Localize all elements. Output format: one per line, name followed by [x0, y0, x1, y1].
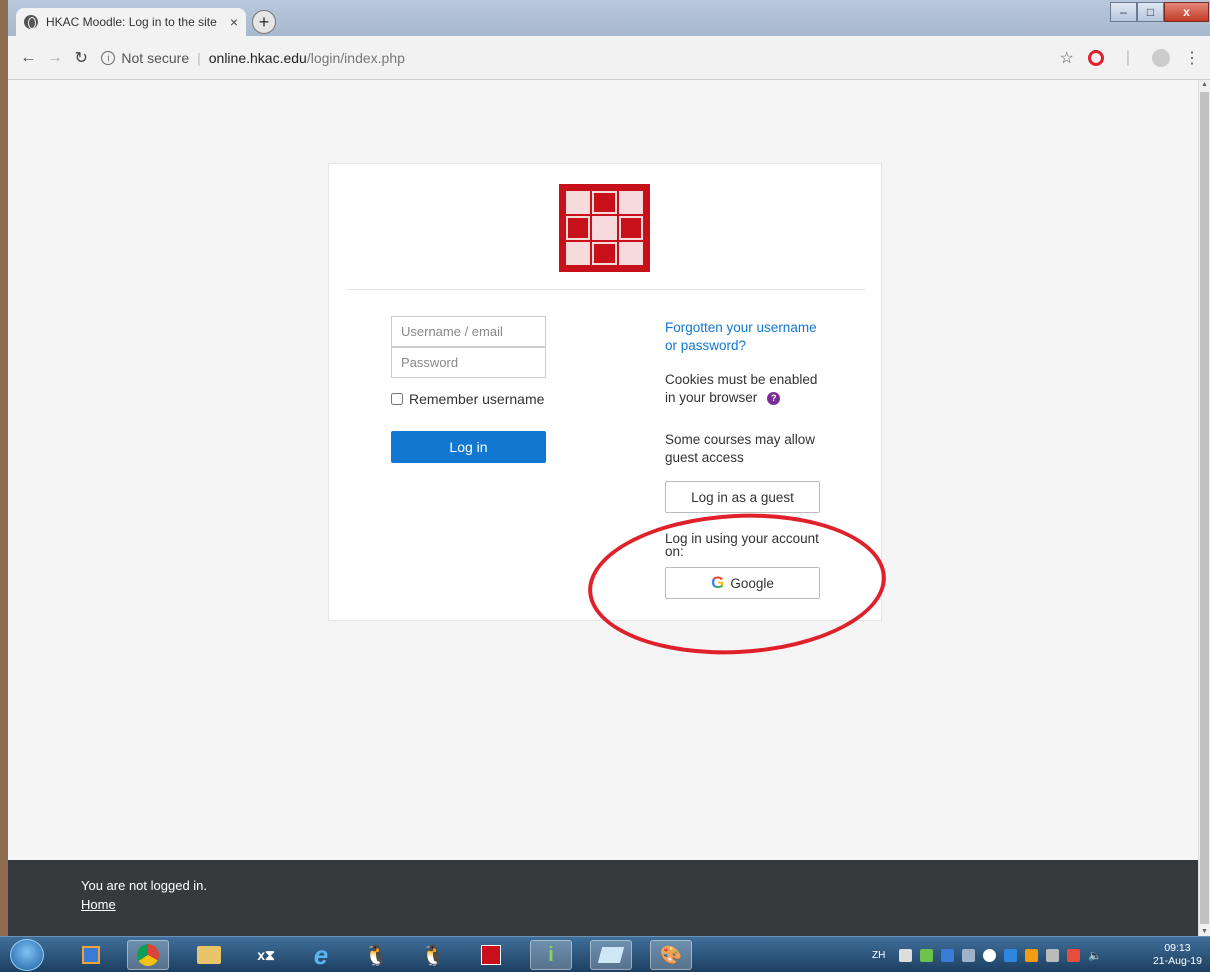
notes-app-icon[interactable] — [590, 940, 632, 970]
back-arrow-icon[interactable]: ← — [18, 49, 38, 67]
tray-icons: 🔈 — [899, 948, 1102, 962]
excel-icon[interactable]: x⧗ — [245, 940, 287, 970]
forgot-password-block: Forgotten your username or password? — [665, 319, 825, 355]
guest-line-1: Some courses may allow — [665, 432, 816, 447]
security-label: Not secure — [121, 49, 190, 66]
close-window-button[interactable]: x — [1164, 2, 1209, 22]
address-separator: | — [197, 49, 201, 66]
qq-abc-icon[interactable]: 🐧 — [412, 940, 454, 970]
toolbar-right: ☆ | ⋮ — [1060, 48, 1200, 68]
start-menu-icon[interactable] — [10, 939, 44, 971]
login-status-text: You are not logged in. — [81, 878, 208, 893]
bookmark-star-icon[interactable]: ☆ — [1060, 48, 1074, 68]
reload-icon[interactable]: ↻ — [71, 48, 91, 68]
cookies-line-2: in your browser — [665, 390, 758, 405]
globe-icon — [24, 15, 38, 29]
browser-tab[interactable]: HKAC Moodle: Log in to the site × — [16, 8, 246, 36]
browser-titlebar: HKAC Moodle: Log in to the site × + – □ … — [0, 0, 1210, 36]
card-divider — [347, 289, 865, 290]
password-input[interactable] — [391, 347, 546, 378]
username-input[interactable] — [391, 316, 546, 347]
page-viewport: Remember username Log in Forgotten your … — [8, 80, 1198, 860]
forgot-line-1: Forgotten your username — [665, 320, 817, 335]
clock-date: 21-Aug-19 — [1152, 955, 1202, 967]
url-path: /login/index.php — [306, 49, 405, 66]
remember-username-checkbox[interactable] — [391, 393, 403, 405]
tray-ring-icon[interactable] — [983, 948, 997, 962]
internet-explorer-icon[interactable]: e — [300, 940, 342, 970]
minimize-button[interactable]: – — [1110, 2, 1137, 22]
windows-taskbar: x⧗ e 🐧 🐧 i 🎨 ZH 🔈 09:13 21-Aug-19 — [0, 936, 1210, 972]
oauth-notice: Log in using your account on: — [665, 531, 825, 559]
window-left-edge — [0, 0, 8, 972]
input-language[interactable]: ZH — [872, 950, 885, 961]
page-scrollbar[interactable]: ▲ ▼ — [1198, 80, 1210, 936]
forgot-password-link[interactable]: Forgotten your username or password? — [665, 320, 817, 353]
page-footer: You are not logged in. Home — [8, 860, 1198, 936]
tray-flag-icon[interactable] — [1067, 948, 1081, 962]
url-host: online.hkac.edu — [208, 49, 307, 66]
guest-line-2: guest access — [665, 450, 744, 465]
tray-network-icon[interactable] — [941, 948, 955, 962]
site-logo-seal — [559, 184, 650, 272]
paint-app-icon[interactable]: 🎨 — [650, 940, 692, 970]
opera-extension-icon[interactable] — [1087, 49, 1104, 66]
footer-home-link[interactable]: Home — [81, 897, 116, 912]
guest-login-button[interactable]: Log in as a guest — [665, 481, 820, 513]
acrobat-icon[interactable] — [470, 940, 512, 970]
tab-title: HKAC Moodle: Log in to the site — [46, 15, 217, 29]
info-icon[interactable]: i — [101, 50, 116, 65]
qq-penguin-icon[interactable]: 🐧 — [355, 940, 397, 970]
system-clock[interactable]: 09:13 21-Aug-19 — [1153, 942, 1202, 968]
maximize-button[interactable]: □ — [1137, 2, 1164, 22]
tray-volume-icon[interactable]: 🔈 — [1088, 949, 1102, 962]
tray-monitor-icon[interactable] — [1046, 948, 1060, 962]
google-g-icon: G — [711, 573, 725, 592]
tray-orange-icon[interactable] — [1025, 948, 1039, 962]
system-tray: ZH 🔈 09:13 21-Aug-19 — [862, 937, 1210, 972]
tray-q-icon[interactable] — [1004, 948, 1018, 962]
oauth-line-2: on: — [665, 544, 684, 559]
tab-close-button[interactable]: × — [230, 14, 238, 30]
remember-username-label: Remember username — [409, 391, 545, 407]
info-app-icon[interactable]: i — [530, 940, 572, 970]
file-explorer-icon[interactable] — [188, 940, 230, 970]
window-controls: – □ x — [1110, 2, 1209, 22]
guest-access-notice: Some courses may allow guest access — [665, 431, 825, 467]
google-button-label: Google — [730, 575, 774, 591]
scrollbar-thumb[interactable] — [1200, 92, 1209, 924]
scroll-down-arrow-icon[interactable]: ▼ — [1201, 928, 1208, 935]
google-login-button[interactable]: G Google — [665, 567, 820, 599]
tray-info-icon[interactable] — [920, 948, 934, 962]
cookies-notice: Cookies must be enabled in your browser? — [665, 371, 825, 407]
forward-arrow-icon[interactable]: → — [44, 49, 64, 67]
menu-kebab-icon[interactable]: ⋮ — [1184, 48, 1200, 68]
scroll-up-arrow-icon[interactable]: ▲ — [1201, 81, 1208, 88]
toolbar-separator: | — [1125, 48, 1131, 66]
new-tab-button[interactable]: + — [252, 10, 276, 34]
oauth-line-1: Log in using your account — [665, 531, 819, 546]
clock-time: 09:13 — [1164, 942, 1191, 954]
login-card: Remember username Log in Forgotten your … — [328, 163, 882, 621]
chrome-taskbar-icon[interactable] — [127, 940, 169, 970]
tray-percent-icon[interactable] — [962, 948, 976, 962]
login-button[interactable]: Log in — [391, 431, 546, 463]
tray-link-icon[interactable] — [899, 948, 913, 962]
remember-username[interactable]: Remember username — [391, 391, 544, 407]
media-player-icon[interactable] — [70, 940, 112, 970]
browser-toolbar: ← → ↻ i Not secure | online.hkac.edu /lo… — [8, 36, 1210, 80]
address-bar[interactable]: i Not secure | online.hkac.edu /login/in… — [101, 43, 1059, 73]
help-question-icon[interactable]: ? — [767, 391, 781, 405]
profile-avatar-icon[interactable] — [1152, 48, 1171, 67]
cookies-line-1: Cookies must be enabled — [665, 372, 818, 387]
forgot-line-2: or password? — [665, 338, 747, 353]
